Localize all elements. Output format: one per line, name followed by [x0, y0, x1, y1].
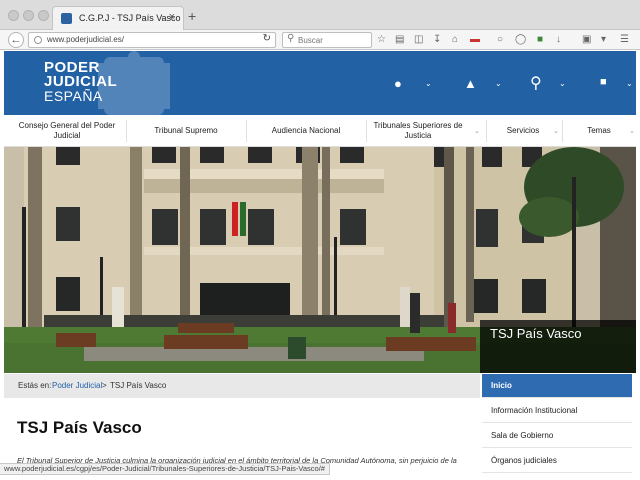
- extension-circle-icon[interactable]: ○: [497, 34, 503, 46]
- bookmark-star-icon[interactable]: ☆: [377, 34, 386, 46]
- reload-icon[interactable]: ↻: [263, 33, 271, 44]
- chevron-down-icon[interactable]: ⌄: [425, 79, 432, 88]
- page-title: TSJ País Vasco: [17, 418, 142, 437]
- zoom-window-icon[interactable]: [38, 10, 49, 21]
- breadcrumb-link-wrap: Poder Judicial: [52, 381, 102, 390]
- lock-icon[interactable]: ■: [600, 76, 607, 88]
- main-navigation: Consejo General del Poder Judicial Tribu…: [4, 115, 636, 147]
- nav-divider: [486, 120, 487, 142]
- pocket-icon[interactable]: ▾: [601, 34, 606, 46]
- tab-bar: C.G.P.J - TSJ País Vasco × +: [0, 0, 640, 30]
- nav-item-servicios[interactable]: Servicios: [490, 119, 556, 143]
- bookmarks-menu-icon[interactable]: ◫: [414, 34, 423, 46]
- site-info-icon[interactable]: [34, 36, 42, 44]
- chevron-down-icon[interactable]: ⌄: [495, 79, 502, 88]
- search-bar[interactable]: ⚲: [282, 32, 372, 48]
- screenshot-icon[interactable]: ▣: [582, 34, 591, 46]
- hamburger-menu-icon[interactable]: ☰: [620, 34, 629, 46]
- logo-line-espana: ESPAÑA: [44, 88, 103, 104]
- status-bar-url: www.poderjudicial.es/cgpj/es/Poder-Judic…: [0, 463, 330, 475]
- side-menu: Inicio Información Institucional Sala de…: [482, 374, 632, 474]
- site-logo[interactable]: PODER JUDICIAL ESPAÑA: [44, 60, 118, 104]
- downloads-icon[interactable]: ↧: [433, 34, 441, 46]
- nav-item-temas[interactable]: Temas: [566, 119, 632, 143]
- extension-shield-icon[interactable]: ◯: [515, 34, 526, 46]
- chevron-down-icon[interactable]: ⌄: [626, 79, 633, 88]
- chevron-down-icon[interactable]: ⌄: [474, 127, 480, 135]
- breadcrumb: Estás en: Poder Judicial > TSJ País Vasc…: [4, 374, 480, 398]
- language-globe-icon[interactable]: ●: [394, 76, 402, 91]
- side-menu-item-organos-judiciales[interactable]: Órganos judiciales: [482, 449, 632, 473]
- site-header: PODER JUDICIAL ESPAÑA ● ⌄ ▲ ⌄ ⚲ ⌄ ■ ⌄: [4, 51, 636, 115]
- breadcrumb-prefix: Estás en:: [18, 381, 52, 390]
- breadcrumb-separator: >: [102, 381, 107, 390]
- navigation-toolbar: ← www.poderjudicial.es/ ↻ ⚲ ☆ ▤ ◫ ↧ ⌂ ▬ …: [0, 30, 640, 50]
- reading-list-icon[interactable]: ▤: [395, 34, 404, 46]
- home-icon[interactable]: ⌂: [452, 34, 458, 46]
- chevron-down-icon[interactable]: ⌄: [553, 127, 559, 135]
- side-menu-item-informacion-institucional[interactable]: Información Institucional: [482, 399, 632, 423]
- extension-icon[interactable]: ▬: [470, 34, 480, 46]
- search-input[interactable]: [298, 35, 368, 46]
- tab-title: C.G.P.J - TSJ País Vasco: [79, 13, 181, 23]
- nav-divider: [562, 120, 563, 142]
- nav-item-cgpj[interactable]: Consejo General del Poder Judicial: [12, 119, 122, 143]
- back-button[interactable]: ←: [8, 32, 24, 48]
- hero-image: TSJ País Vasco: [4, 147, 636, 373]
- chevron-down-icon[interactable]: ⌄: [559, 79, 566, 88]
- chevron-down-icon[interactable]: ⌄: [629, 127, 635, 135]
- hero-title: TSJ País Vasco: [490, 326, 582, 341]
- browser-tab[interactable]: C.G.P.J - TSJ País Vasco ×: [52, 6, 184, 30]
- side-menu-item-sala-de-gobierno[interactable]: Sala de Gobierno: [482, 424, 632, 448]
- user-icon[interactable]: ▲: [464, 76, 477, 91]
- browser-window: C.G.P.J - TSJ País Vasco × + ← www.poder…: [0, 0, 640, 480]
- extension-badge-icon[interactable]: ■: [537, 34, 543, 46]
- side-menu-item-inicio[interactable]: Inicio: [482, 374, 632, 398]
- nav-item-audiencia-nacional[interactable]: Audiencia Nacional: [250, 119, 362, 143]
- nav-item-tribunales-superiores[interactable]: Tribunales Superiores de Justicia: [368, 119, 468, 143]
- nav-divider: [366, 120, 367, 142]
- url-text[interactable]: www.poderjudicial.es/: [47, 35, 124, 44]
- breadcrumb-link-poder-judicial[interactable]: Poder Judicial: [52, 381, 102, 390]
- nav-divider: [126, 120, 127, 142]
- search-icon[interactable]: ⚲: [530, 73, 542, 93]
- hero-title-box: TSJ País Vasco: [480, 320, 636, 373]
- nav-divider: [246, 120, 247, 142]
- minimize-window-icon[interactable]: [23, 10, 34, 21]
- site-favicon-icon: [61, 13, 72, 24]
- close-window-icon[interactable]: [8, 10, 19, 21]
- download-arrow-icon[interactable]: ↓: [556, 34, 561, 46]
- search-icon: ⚲: [287, 33, 295, 44]
- logo-line-judicial: JUDICIAL: [44, 73, 118, 90]
- breadcrumb-current: TSJ País Vasco: [110, 381, 167, 390]
- url-bar[interactable]: www.poderjudicial.es/ ↻: [28, 32, 276, 48]
- new-tab-button[interactable]: +: [188, 8, 196, 24]
- nav-item-tribunal-supremo[interactable]: Tribunal Supremo: [130, 119, 242, 143]
- close-tab-icon[interactable]: ×: [169, 11, 175, 23]
